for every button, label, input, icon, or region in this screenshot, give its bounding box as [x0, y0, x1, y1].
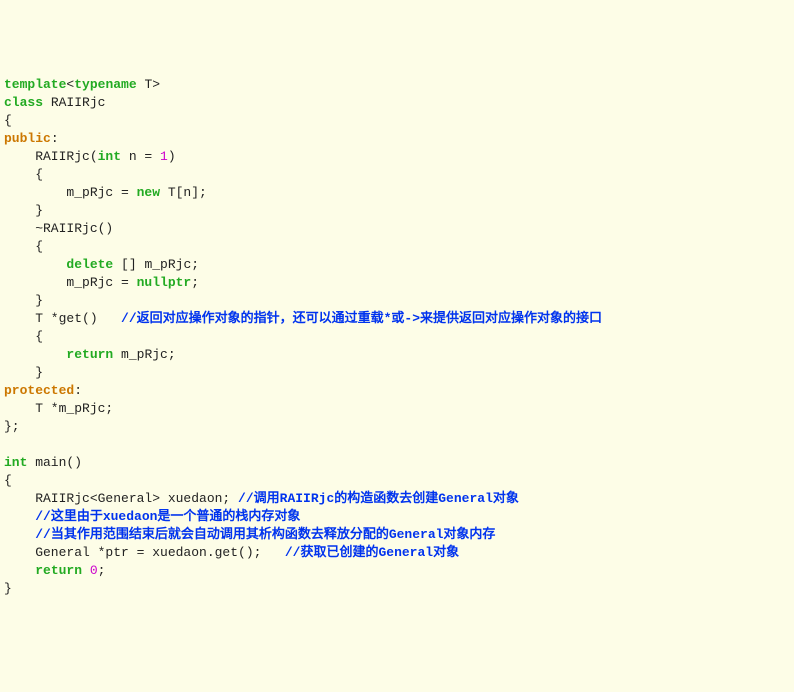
indent	[4, 347, 66, 362]
dtor-decl: ~RAIIRjc()	[4, 221, 113, 236]
brace-close: };	[4, 419, 20, 434]
type-param: T	[137, 77, 153, 92]
indent	[4, 563, 35, 578]
brace-close: }	[4, 365, 43, 380]
brace-open: {	[4, 329, 43, 344]
stmt: m_pRjc =	[4, 275, 137, 290]
brace-close: }	[4, 293, 43, 308]
comment: //这里由于xuedaon是一个普通的栈内存对象	[35, 509, 300, 524]
brace-close: }	[4, 581, 12, 596]
space	[82, 563, 90, 578]
code-block: template<typename T> class RAIIRjc { pub…	[4, 76, 790, 598]
stmt: m_pRjc =	[4, 185, 137, 200]
brace-open: {	[4, 473, 12, 488]
semi: ;	[98, 563, 106, 578]
angle-close: >	[152, 77, 160, 92]
main-decl: main()	[27, 455, 82, 470]
kw-int: int	[98, 149, 121, 164]
kw-delete: delete	[66, 257, 113, 272]
colon: :	[74, 383, 82, 398]
param: n =	[121, 149, 160, 164]
brace-open: {	[4, 113, 12, 128]
kw-protected: protected	[4, 383, 74, 398]
kw-typename: typename	[74, 77, 136, 92]
stmt: m_pRjc;	[113, 347, 175, 362]
indent	[4, 509, 35, 524]
kw-return: return	[35, 563, 82, 578]
stmt: RAIIRjc<General> xuedaon;	[4, 491, 238, 506]
ctor-decl: RAIIRjc(	[4, 149, 98, 164]
semi: ;	[191, 275, 199, 290]
stmt: T[n];	[160, 185, 207, 200]
kw-int: int	[4, 455, 27, 470]
kw-new: new	[137, 185, 160, 200]
kw-nullptr: nullptr	[137, 275, 192, 290]
kw-public: public	[4, 131, 51, 146]
paren-close: )	[168, 149, 176, 164]
kw-class: class	[4, 95, 43, 110]
member-decl: T *m_pRjc;	[4, 401, 113, 416]
comment: //调用RAIIRjc的构造函数去创建General对象	[238, 491, 519, 506]
brace-open: {	[4, 239, 43, 254]
indent	[4, 257, 66, 272]
num-literal: 1	[160, 149, 168, 164]
brace-open: {	[4, 167, 43, 182]
colon: :	[51, 131, 59, 146]
comment: //返回对应操作对象的指针，还可以通过重载*或->来提供返回对应操作对象的接口	[121, 311, 602, 326]
comment: //获取已创建的General对象	[285, 545, 459, 560]
kw-return: return	[66, 347, 113, 362]
num-literal: 0	[90, 563, 98, 578]
stmt: [] m_pRjc;	[113, 257, 199, 272]
kw-template: template	[4, 77, 66, 92]
stmt: General *ptr = xuedaon.get();	[4, 545, 285, 560]
method-decl: T *get()	[4, 311, 121, 326]
brace-close: }	[4, 203, 43, 218]
class-name: RAIIRjc	[43, 95, 105, 110]
